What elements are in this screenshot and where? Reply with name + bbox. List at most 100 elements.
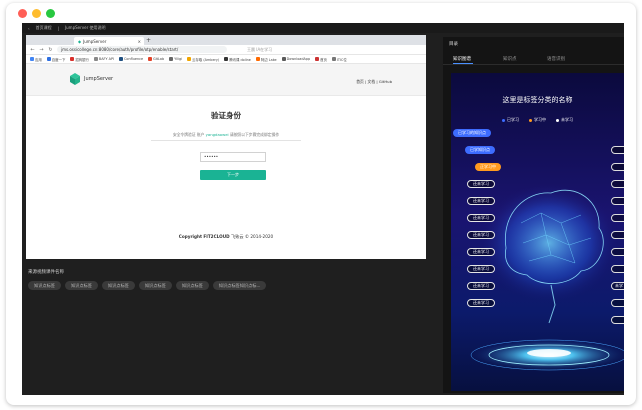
- knowledge-node-partial[interactable]: [611, 299, 624, 307]
- minimize-window-button[interactable]: [32, 9, 41, 18]
- close-icon[interactable]: ×: [138, 39, 141, 44]
- legend-learned: 已学习: [502, 117, 519, 123]
- knowledge-graph-stage: 这里是标签分类的名称 已学习 学习中 未学习 已学习的知识点 已学知识点 正学习…: [451, 73, 624, 391]
- header-links[interactable]: 首页 | 文档 | GitHub: [356, 79, 392, 85]
- knowledge-node[interactable]: 还未学习: [467, 197, 495, 205]
- bookmark-item[interactable]: DownloadApp: [281, 57, 310, 61]
- knowledge-node[interactable]: 已学习的知识点: [453, 129, 491, 137]
- window-frame: ‹ 首页课程 | JumpServer 使用说明 ◆ JumpServer × …: [6, 3, 636, 405]
- unlearned-dot-icon: [556, 118, 559, 122]
- hint-username: yangdaowei: [205, 132, 229, 137]
- browser-toolbar: ← → ↻ jms.ossicollege.cn:8080/core/auth/…: [26, 45, 426, 55]
- close-window-button[interactable]: [18, 9, 27, 18]
- bookmark-item[interactable]: ITIC位: [331, 57, 347, 62]
- divider: [151, 140, 301, 141]
- bookmark-item[interactable]: 招商银行: [70, 57, 89, 62]
- bookmark-item[interactable]: 首页: [315, 57, 327, 62]
- browser-tabstrip: ◆ JumpServer × +: [26, 35, 426, 45]
- bookmark-item[interactable]: Confluence: [119, 57, 143, 61]
- jumpserver-logo-icon: [70, 73, 80, 85]
- knowledge-node[interactable]: 还未学习: [467, 282, 495, 290]
- bookmark-icon: [46, 57, 51, 61]
- knowledge-node[interactable]: 还未学习: [467, 248, 495, 256]
- tab-speech-recognition[interactable]: 语音识别: [547, 56, 565, 62]
- knowledge-tag[interactable]: 知识点标签: [101, 281, 135, 290]
- verify-hint: 安全令牌验证 账户 yangdaowei 请按照以下步骤完成绑定操作: [172, 132, 280, 137]
- window-controls: [18, 9, 55, 18]
- catalog-panel: 目录 知识图谱 知识点 语音识别 这里是标签分类的名称 已学习 学习中 未学习 …: [443, 37, 624, 393]
- knowledge-node-partial[interactable]: [611, 180, 624, 188]
- knowledge-node-partial[interactable]: [611, 197, 624, 205]
- knowledge-node[interactable]: 已学知识点: [465, 146, 495, 154]
- back-arrow-icon[interactable]: ←: [30, 47, 35, 53]
- bookmark-item[interactable]: BAFY API: [93, 57, 114, 61]
- knowledge-node[interactable]: 还未学习: [467, 231, 495, 239]
- next-button[interactable]: 下一步: [200, 170, 266, 180]
- bookmark-icon: [315, 57, 320, 61]
- knowledge-node-partial[interactable]: [611, 316, 624, 324]
- bookmark-icon: [281, 57, 286, 61]
- top-nav-home[interactable]: 首页课程: [36, 25, 52, 31]
- apps-icon: [30, 57, 34, 61]
- bookmark-item[interactable]: Ylligi: [169, 57, 182, 61]
- back-icon[interactable]: ‹: [28, 26, 30, 31]
- legend-learning: 学习中: [529, 117, 546, 123]
- bookmark-icon: [119, 57, 124, 61]
- knowledge-tag[interactable]: 知识点标签: [175, 281, 209, 290]
- knowledge-node-partial[interactable]: [611, 214, 624, 222]
- bookmark-item[interactable]: 应用: [30, 57, 42, 62]
- top-nav-divider: |: [57, 25, 59, 31]
- maximize-window-button[interactable]: [46, 9, 55, 18]
- bookmark-icon: [224, 57, 229, 61]
- app-window: ‹ 首页课程 | JumpServer 使用说明 ◆ JumpServer × …: [22, 23, 624, 395]
- bookmark-icon: [169, 57, 174, 61]
- top-nav-course[interactable]: JumpServer 使用说明: [65, 25, 106, 31]
- legend-unlearned: 未学习: [556, 117, 573, 123]
- bookmark-item[interactable]: GitLab: [148, 57, 164, 61]
- knowledge-node[interactable]: 还未学习: [467, 214, 495, 222]
- knowledge-tag[interactable]: 知识点标签知识点标...: [212, 281, 267, 290]
- source-video-title: 来源视频课件名称: [28, 270, 64, 275]
- new-tab-button[interactable]: +: [146, 37, 151, 45]
- knowledge-node-partial[interactable]: [611, 265, 624, 273]
- video-browser-frame: ◆ JumpServer × + ← → ↻ jms.ossicollege.c…: [26, 35, 426, 259]
- knowledge-node-partial[interactable]: [611, 146, 624, 154]
- bookmark-item[interactable]: 百度一下: [46, 57, 65, 62]
- bookmark-item[interactable]: 阿边 Lake: [255, 57, 277, 62]
- bookmark-item[interactable]: 腾讯课 doline: [224, 57, 251, 62]
- bookmark-icon: [148, 57, 153, 61]
- logo-text: JumpServer: [84, 76, 114, 82]
- address-url: jms.ossicollege.cn:8080/core/auth/profil…: [61, 47, 179, 52]
- bookmark-icon: [331, 57, 336, 61]
- knowledge-tag[interactable]: 知识点标签: [138, 281, 172, 290]
- knowledge-node[interactable]: 还未学习: [467, 265, 495, 273]
- knowledge-node[interactable]: 还未学习: [467, 299, 495, 307]
- jumpserver-logo[interactable]: JumpServer: [70, 73, 113, 85]
- address-bar[interactable]: jms.ossicollege.cn:8080/core/auth/profil…: [57, 46, 227, 53]
- browser-tab-title: JumpServer: [83, 38, 107, 44]
- bookmark-item[interactable]: 云存取 (Ambery): [187, 57, 219, 62]
- learned-dot-icon: [502, 118, 505, 122]
- bookmark-icon: [187, 57, 192, 61]
- knowledge-node[interactable]: 还未学习: [467, 180, 495, 188]
- reload-icon[interactable]: ↻: [48, 47, 53, 53]
- knowledge-node[interactable]: 正学习中: [475, 163, 501, 171]
- forward-arrow-icon[interactable]: →: [39, 47, 44, 53]
- tab-favicon-icon: ◆: [78, 38, 82, 44]
- knowledge-node-partial[interactable]: 未学: [611, 282, 624, 290]
- knowledge-node-partial[interactable]: [611, 231, 624, 239]
- tab-knowledge-graph[interactable]: 知识图谱: [453, 56, 471, 62]
- knowledge-tag[interactable]: 知识点标签: [64, 281, 98, 290]
- knowledge-node-partial[interactable]: [611, 248, 624, 256]
- knowledge-tag[interactable]: 知识点标签: [28, 281, 61, 290]
- learning-dot-icon: [529, 118, 532, 122]
- bookmarks-bar: 应用 百度一下 招商银行 BAFY API Confluence GitLab …: [26, 55, 426, 64]
- tab-knowledge-points[interactable]: 知识点: [503, 56, 517, 62]
- knowledge-node-partial[interactable]: [611, 163, 624, 171]
- browser-tab[interactable]: ◆ JumpServer ×: [74, 37, 144, 45]
- copyright: Copyright FIT2CLOUD 飞致云 © 2014-2020: [178, 234, 274, 239]
- bookmark-icon: [255, 57, 260, 61]
- knowledge-tag-list: 知识点标签 知识点标签 知识点标签 知识点标签 知识点标签 知识点标签知识点标.…: [28, 281, 267, 290]
- user-watermark: 王晨 IA在学习: [247, 46, 273, 52]
- otp-code-input[interactable]: ••••••: [200, 152, 266, 162]
